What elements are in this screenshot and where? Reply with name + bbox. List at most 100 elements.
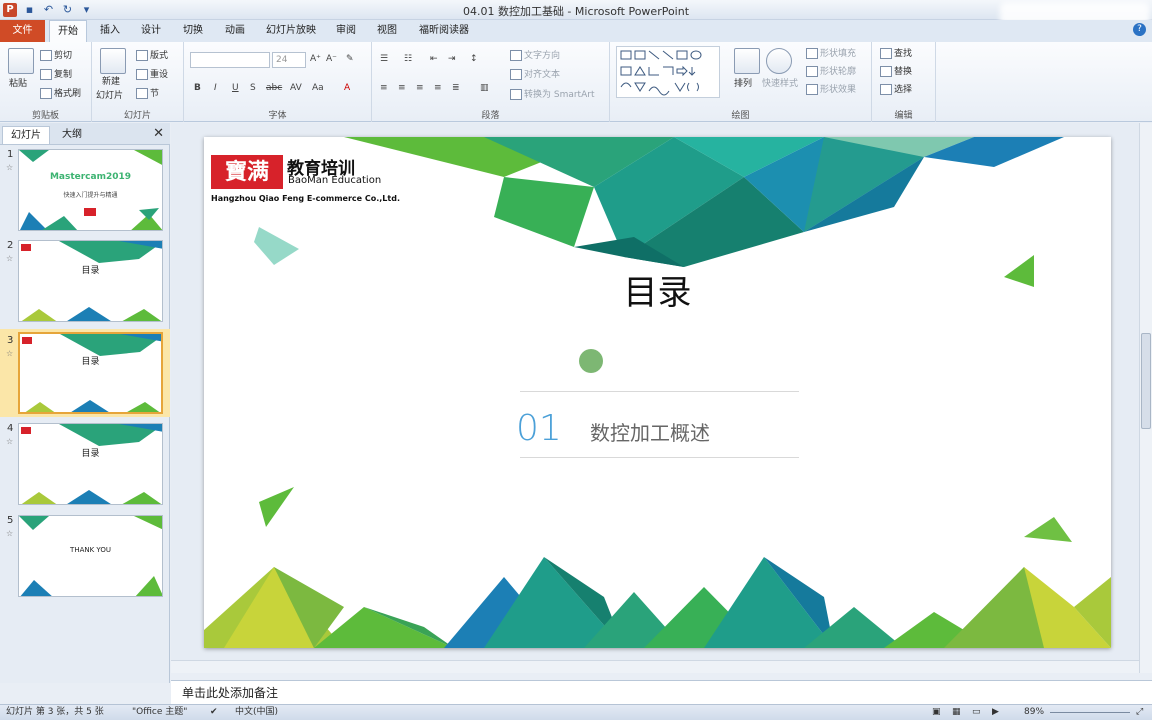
slide-thumbnail-4[interactable]: 4 ☆ 目录 [0,423,170,511]
format-painter-button[interactable]: 格式刷 [40,86,81,99]
text-direction-button[interactable]: 文字方向 [510,48,560,61]
reading-view-icon[interactable]: ▭ [972,705,981,720]
distribute-icon[interactable]: ≣ [452,83,460,93]
align-center-icon[interactable]: ≡ [398,83,406,93]
shrink-font-icon[interactable]: A⁻ [326,54,337,64]
tab-file[interactable]: 文件 [0,20,45,42]
underline-button[interactable]: U [232,83,239,93]
align-left-icon[interactable]: ≡ [380,83,388,93]
group-label: 幻灯片 [123,111,151,121]
language[interactable]: 中文(中国) [235,705,278,720]
window-title: 04.01 数控加工基础 - Microsoft PowerPoint [462,5,690,18]
company-name: Hangzhou Qiao Feng E-commerce Co.,Ltd. [211,194,400,203]
zoom-level[interactable]: 89% [1024,705,1044,720]
reset-button[interactable]: 重设 [136,67,168,80]
paste-icon[interactable] [8,48,34,74]
horizontal-scrollbar[interactable] [171,660,1139,673]
line-spacing-icon[interactable]: ↕ [470,54,478,64]
bold-button[interactable]: B [194,83,201,93]
increase-indent-icon[interactable]: ⇥ [448,54,456,64]
bullets-icon[interactable]: ☰ [380,54,388,64]
item-number[interactable]: 01 [516,408,562,449]
slide-number: 5 [7,515,14,526]
normal-view-icon[interactable]: ▣ [932,705,941,720]
theme-name[interactable]: "Office 主题" [132,705,187,720]
justify-icon[interactable]: ≡ [434,83,442,93]
clear-format-icon[interactable]: ✎ [346,54,354,64]
slide-title[interactable]: 目录 [204,265,1111,314]
notes-pane[interactable]: 单击此处添加备注 [171,680,1152,704]
slide-thumbnail-1[interactable]: 1 ☆ Mastercam2019 快速入门提升与精通 [0,149,170,237]
shape-effects-button[interactable]: 形状效果 [806,82,856,95]
arrange-button[interactable]: 排列 [734,76,752,89]
new-slide-icon[interactable] [100,48,126,74]
copy-button[interactable]: 复制 [40,67,72,80]
paste-button[interactable]: 粘贴 [9,76,27,89]
shape-fill-button[interactable]: 形状填充 [806,46,856,59]
tab-slides[interactable]: 幻灯片 [2,126,50,144]
smartart-icon [510,89,522,100]
slide-thumbnail-2[interactable]: 2 ☆ 目录 [0,240,170,328]
tab-view[interactable]: 视图 [370,20,404,42]
group-paragraph: ☰ ☷ ⇤ ⇥ ↕ 文字方向 对齐文本 转换为 SmartArt ≡ ≡ ≡ ≡… [372,42,610,122]
new-slide-button[interactable]: 新建 [102,74,120,87]
shapes-gallery[interactable] [616,46,720,98]
new-slide-label[interactable]: 幻灯片 [96,88,123,101]
slide-number: 4 [7,423,14,434]
slide-thumbnail-3[interactable]: 3 ☆ 目录 [0,329,170,417]
fit-window-icon[interactable]: ⤢ [1136,705,1143,720]
group-label: 剪贴板 [31,111,59,121]
item-text[interactable]: 数控加工概述 [590,417,710,446]
tab-foxit[interactable]: 福昕阅读器 [413,20,475,42]
tab-transitions[interactable]: 切换 [176,20,210,42]
smartart-button[interactable]: 转换为 SmartArt [510,87,594,100]
decrease-indent-icon[interactable]: ⇤ [430,54,438,64]
font-name-select[interactable] [190,52,270,68]
columns-icon[interactable]: ▥ [480,83,489,93]
align-right-icon[interactable]: ≡ [416,83,424,93]
grow-font-icon[interactable]: A⁺ [310,54,321,64]
char-spacing-button[interactable]: AV [290,83,302,93]
font-color-button[interactable]: A [344,83,350,93]
shape-outline-button[interactable]: 形状轮廓 [806,64,856,77]
scroll-thumb[interactable] [1141,333,1151,429]
numbering-icon[interactable]: ☷ [404,54,412,64]
tab-home[interactable]: 开始 [49,20,87,42]
close-icon[interactable]: ✕ [153,126,164,141]
thumbnail-image: 目录 [18,332,163,414]
tab-design[interactable]: 设计 [134,20,168,42]
help-icon[interactable]: ? [1133,23,1146,36]
cut-button[interactable]: 剪切 [40,48,72,61]
align-text-button[interactable]: 对齐文本 [510,67,560,80]
slideshow-view-icon[interactable]: ▶ [992,705,999,720]
zoom-slider[interactable] [1050,712,1130,713]
tab-insert[interactable]: 插入 [93,20,127,42]
quick-styles-icon[interactable] [766,48,792,74]
tab-outline[interactable]: 大纲 [54,126,90,144]
vertical-scrollbar[interactable] [1139,123,1152,673]
group-slides: 新建 幻灯片 版式 重设 节 幻灯片 [92,42,184,122]
slide-thumbnail-5[interactable]: 5 ☆ THANK YOU [0,515,170,603]
replace-button[interactable]: 替换 [880,64,912,77]
font-size-select[interactable]: 24 [272,52,306,68]
text-direction-icon [510,50,522,61]
divider-bottom [520,457,799,458]
strikethrough-button[interactable]: abc [266,83,282,93]
spellcheck-icon[interactable]: ✔ [210,705,218,720]
select-button[interactable]: 选择 [880,82,912,95]
arrange-icon[interactable] [734,48,760,74]
find-button[interactable]: 查找 [880,46,912,59]
slide[interactable]: 寶满 教育培训 BaoMan Education Hangzhou Qiao F… [204,137,1111,648]
italic-button[interactable]: I [214,83,217,93]
tab-slideshow[interactable]: 幻灯片放映 [260,20,322,42]
sorter-view-icon[interactable]: ▦ [952,705,961,720]
quick-styles-button[interactable]: 快速样式 [762,76,798,89]
shadow-button[interactable]: S [250,83,256,93]
thumbnail-image: THANK YOU [18,515,163,597]
layout-button[interactable]: 版式 [136,48,168,61]
tab-animations[interactable]: 动画 [218,20,252,42]
section-button[interactable]: 节 [136,86,159,99]
change-case-button[interactable]: Aa [312,83,324,93]
tab-review[interactable]: 审阅 [329,20,363,42]
brush-icon [40,88,52,99]
